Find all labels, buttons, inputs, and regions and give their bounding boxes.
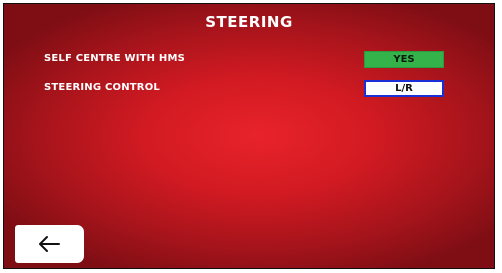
arrow-left-icon [39,236,60,252]
setting-row-self-centre: SELF CENTRE WITH HMS YES [44,51,444,69]
self-centre-toggle-button[interactable]: YES [364,51,444,68]
setting-label-self-centre: SELF CENTRE WITH HMS [44,53,186,64]
steering-screen: STEERING SELF CENTRE WITH HMS YES STEERI… [3,3,495,269]
back-button[interactable] [15,225,84,263]
setting-row-steering-control: STEERING CONTROL L/R [44,80,444,98]
setting-label-steering-control: STEERING CONTROL [44,82,160,93]
page-title: STEERING [205,13,293,31]
steering-control-select-button[interactable]: L/R [364,80,444,97]
